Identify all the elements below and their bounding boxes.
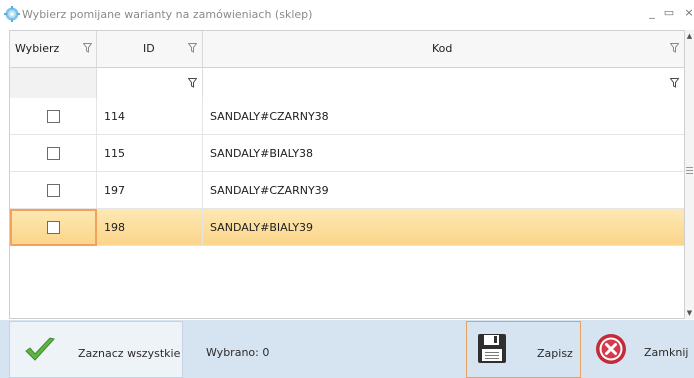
floppy-disk-icon xyxy=(478,334,506,363)
filter-cell-wybierz[interactable] xyxy=(10,68,97,98)
id-cell[interactable]: 114 xyxy=(97,98,203,135)
checkmark-icon xyxy=(25,337,55,361)
filter-icon[interactable] xyxy=(188,43,197,53)
column-header-label: ID xyxy=(143,42,155,55)
kod-value: SANDALY#BIALY38 xyxy=(210,147,314,160)
column-header-kod[interactable]: Kod xyxy=(203,31,684,68)
checkbox-cell[interactable] xyxy=(10,98,97,135)
filter-row xyxy=(10,68,684,98)
kod-cell[interactable]: SANDALY#BIALY39 xyxy=(203,209,684,246)
gear-icon xyxy=(4,6,20,22)
filter-icon[interactable] xyxy=(83,43,92,53)
column-header-label: Wybierz xyxy=(15,42,60,55)
table-row-selected[interactable]: 198 SANDALY#BIALY39 xyxy=(10,209,684,246)
table-row[interactable]: 197 SANDALY#CZARNY39 xyxy=(10,172,684,209)
selected-count-status: Wybrano: 0 xyxy=(206,346,270,359)
id-cell[interactable]: 197 xyxy=(97,172,203,209)
filter-cell-kod[interactable] xyxy=(203,68,684,98)
kod-value: SANDALY#CZARNY38 xyxy=(210,110,329,123)
kod-cell[interactable]: SANDALY#BIALY38 xyxy=(203,135,684,172)
kod-cell[interactable]: SANDALY#CZARNY38 xyxy=(203,98,684,135)
id-value: 114 xyxy=(104,110,125,123)
row-checkbox[interactable] xyxy=(47,147,60,160)
close-circle-icon xyxy=(596,334,626,364)
kod-value: SANDALY#BIALY39 xyxy=(210,221,314,234)
save-label: Zapisz xyxy=(537,347,573,360)
scroll-up-icon[interactable]: ▲ xyxy=(685,30,694,42)
maximize-button[interactable]: ▭ xyxy=(662,5,676,21)
close-button[interactable]: Zamknij xyxy=(583,321,694,378)
filter-icon[interactable] xyxy=(670,43,679,53)
id-cell[interactable]: 115 xyxy=(97,135,203,172)
id-cell[interactable]: 198 xyxy=(97,209,203,246)
filter-cell-id[interactable] xyxy=(97,68,203,98)
save-button[interactable]: Zapisz xyxy=(466,321,581,378)
checkbox-cell[interactable] xyxy=(10,172,97,209)
column-header-label: Kod xyxy=(432,42,453,55)
column-header-wybierz[interactable]: Wybierz xyxy=(10,31,97,68)
id-value: 115 xyxy=(104,147,125,160)
select-all-label: Zaznacz wszystkie xyxy=(78,347,181,360)
column-header-id[interactable]: ID xyxy=(97,31,203,68)
row-checkbox[interactable] xyxy=(47,110,60,123)
id-value: 198 xyxy=(104,221,125,234)
id-value: 197 xyxy=(104,184,125,197)
table-row[interactable]: 114 SANDALY#CZARNY38 xyxy=(10,98,684,135)
select-all-button[interactable]: Zaznacz wszystkie xyxy=(9,321,183,378)
kod-cell[interactable]: SANDALY#CZARNY39 xyxy=(203,172,684,209)
scroll-grip-icon[interactable] xyxy=(686,166,693,174)
bottom-toolbar: Zaznacz wszystkie Wybrano: 0 Zapisz Zamk… xyxy=(0,320,694,378)
filter-icon[interactable] xyxy=(670,78,679,88)
checkbox-cell[interactable] xyxy=(10,135,97,172)
filter-icon[interactable] xyxy=(188,78,197,88)
scroll-down-icon[interactable]: ▼ xyxy=(685,307,694,319)
variants-grid: Wybierz ID Kod 114 SANDALY#CZARNY38 115 … xyxy=(9,30,685,319)
title-bar[interactable]: Wybierz pomijane warianty na zamówieniac… xyxy=(0,0,694,30)
close-label: Zamknij xyxy=(644,346,689,359)
close-window-button[interactable]: × xyxy=(682,5,694,21)
dialog-window: Wybierz pomijane warianty na zamówieniac… xyxy=(0,0,694,378)
focused-cell-outline xyxy=(10,209,97,246)
minimize-button[interactable]: _ xyxy=(645,5,659,21)
vertical-scrollbar[interactable]: ▲ ▼ xyxy=(685,30,694,319)
row-checkbox[interactable] xyxy=(47,184,60,197)
table-row[interactable]: 115 SANDALY#BIALY38 xyxy=(10,135,684,172)
kod-value: SANDALY#CZARNY39 xyxy=(210,184,329,197)
window-title: Wybierz pomijane warianty na zamówieniac… xyxy=(22,8,313,21)
